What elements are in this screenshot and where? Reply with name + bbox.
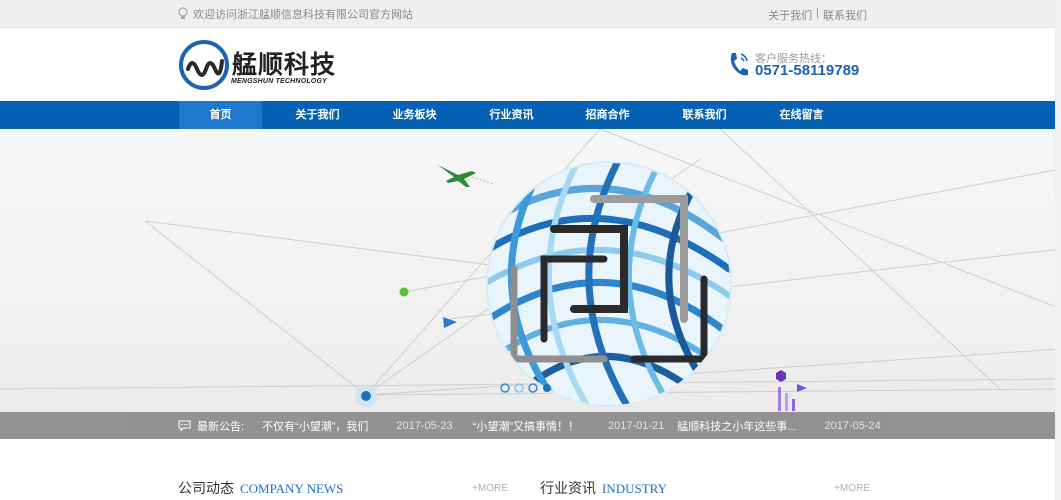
- message-icon: [178, 420, 191, 431]
- notice-date: 2017-05-24: [824, 419, 881, 432]
- top-bar: 欢迎访问浙江艋顺信息科技有限公司官方网站 关于我们 | 联系我们: [0, 0, 1061, 28]
- contact-us-link[interactable]: 联系我们: [823, 7, 867, 23]
- section-title-cn: 行业资讯: [540, 480, 596, 496]
- notice-item[interactable]: 不仅有“小望潮”，我们: [262, 418, 368, 434]
- header: 艋顺科技 MENGSHUN TECHNOLOGY 客户服务热线： 0571-58…: [0, 28, 1061, 101]
- top-links: 关于我们 | 联系我们: [768, 7, 867, 23]
- notice-content: 最新公告: 不仅有“小望潮”，我们 2017-05-23 “小望潮”又搞事情！！…: [178, 412, 881, 439]
- carousel-dot-3[interactable]: [528, 383, 538, 393]
- nav-item-message[interactable]: 在线留言: [760, 101, 843, 129]
- notice-date: 2017-05-23: [396, 419, 453, 432]
- section-title-cn: 公司动态: [178, 480, 234, 496]
- nav-item-contact[interactable]: 联系我们: [663, 101, 746, 129]
- hotline-number: 0571-58119789: [755, 62, 860, 79]
- industry-more-link[interactable]: +MORE: [834, 483, 870, 494]
- welcome-message: 欢迎访问浙江艋顺信息科技有限公司官方网站: [178, 6, 413, 22]
- lightbulb-icon: [178, 7, 188, 19]
- section-title-en: COMPANY NEWS: [240, 481, 344, 496]
- hero-banner: [0, 129, 1061, 439]
- logo-mark-icon: [179, 40, 229, 90]
- nav-item-business[interactable]: 业务板块: [373, 101, 456, 129]
- notice-bar: 最新公告: 不仅有“小望潮”，我们 2017-05-23 “小望潮”又搞事情！！…: [0, 412, 1061, 439]
- logo-subtitle: MENGSHUN TECHNOLOGY: [231, 78, 327, 85]
- main-nav: 首页 关于我们 业务板块 行业资讯 招商合作 联系我们 在线留言: [0, 101, 1061, 130]
- logo-title: 艋顺科技: [232, 50, 337, 79]
- section-title-en: INDUSTRY: [602, 481, 668, 496]
- notice-item[interactable]: 艋顺科技之小年这些事...: [677, 418, 796, 434]
- nav-item-home[interactable]: 首页: [179, 101, 262, 129]
- phone-icon: [730, 53, 748, 76]
- carousel-dots: [500, 383, 552, 393]
- site-logo[interactable]: 艋顺科技 MENGSHUN TECHNOLOGY: [178, 39, 338, 91]
- notice-title: 最新公告:: [197, 420, 245, 433]
- carousel-dot-1[interactable]: [500, 383, 510, 393]
- nav-item-cooperation[interactable]: 招商合作: [566, 101, 649, 129]
- company-news-header: 公司动态 COMPANY NEWS +MORE: [178, 478, 508, 500]
- notice-item[interactable]: “小望潮”又搞事情！！: [473, 418, 579, 434]
- link-separator: |: [816, 7, 819, 19]
- notice-date: 2017-01-21: [608, 419, 665, 432]
- scrollbar[interactable]: [1055, 0, 1061, 500]
- carousel-dot-2[interactable]: [514, 383, 524, 393]
- company-news-more-link[interactable]: +MORE: [472, 483, 508, 494]
- nav-item-about[interactable]: 关于我们: [276, 101, 359, 129]
- industry-header: 行业资讯 INDUSTRY +MORE: [540, 478, 870, 500]
- about-us-link[interactable]: 关于我们: [768, 7, 812, 23]
- welcome-text: 欢迎访问浙江艋顺信息科技有限公司官方网站: [193, 9, 413, 21]
- carousel-dot-4[interactable]: [542, 383, 552, 393]
- nav-item-industry-news[interactable]: 行业资讯: [470, 101, 553, 129]
